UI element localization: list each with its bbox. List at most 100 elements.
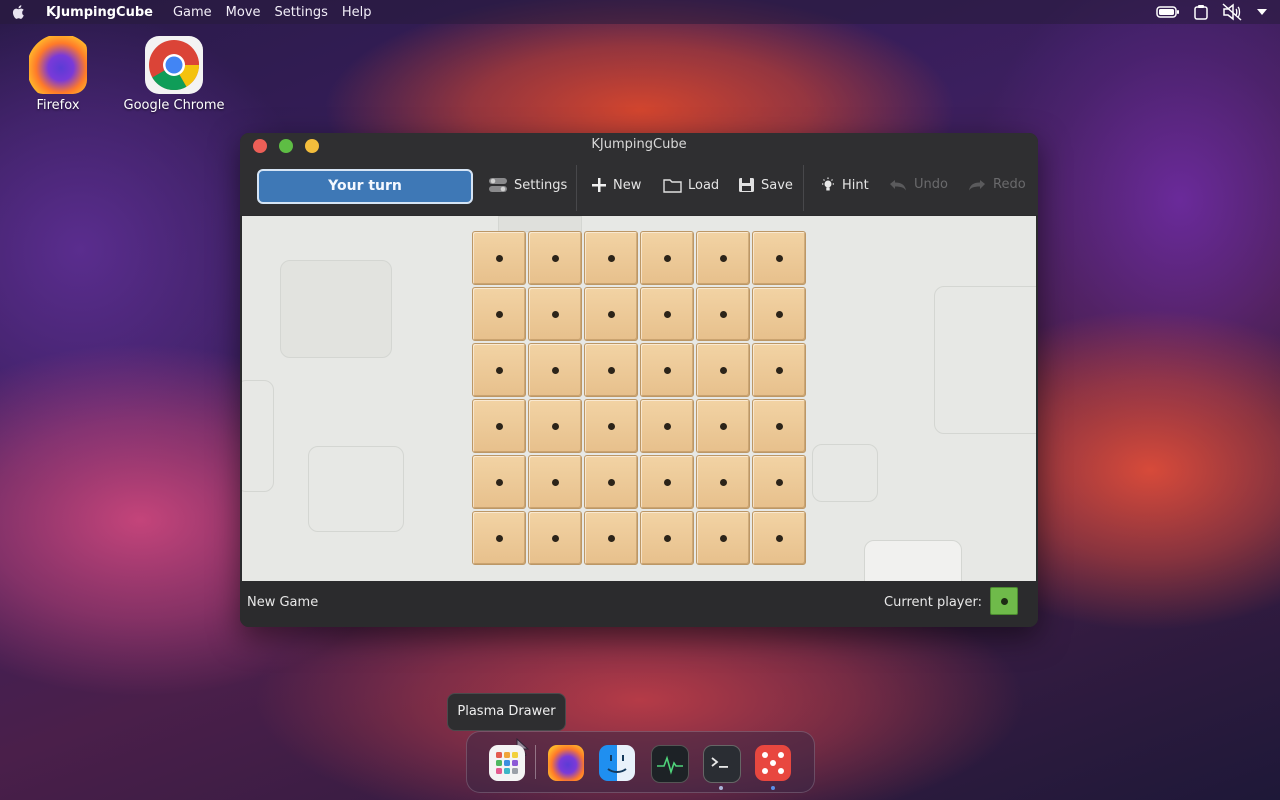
folder-icon: [663, 179, 682, 193]
cube-pip: [496, 535, 503, 542]
cube-pip: [664, 311, 671, 318]
cube-cell[interactable]: [640, 511, 694, 565]
cube-cell[interactable]: [752, 231, 806, 285]
battery-icon[interactable]: [1156, 5, 1180, 19]
cube-cell[interactable]: [752, 399, 806, 453]
background-decoration: [308, 446, 404, 532]
terminal-icon: [711, 757, 728, 768]
undo-button[interactable]: Undo: [888, 177, 948, 192]
cube-cell[interactable]: [472, 343, 526, 397]
load-button[interactable]: Load: [663, 177, 719, 193]
floppy-disk-icon: [739, 178, 754, 192]
cube-cell[interactable]: [696, 399, 750, 453]
settings-button[interactable]: Settings: [488, 177, 567, 193]
current-player-indicator: [990, 587, 1018, 615]
cube-cell[interactable]: [472, 231, 526, 285]
activity-monitor-icon: [657, 755, 683, 775]
dock-system-monitor[interactable]: [651, 745, 689, 783]
cube-cell[interactable]: [584, 455, 638, 509]
cube-cell[interactable]: [696, 455, 750, 509]
chevron-down-icon[interactable]: [1256, 7, 1268, 17]
cube-cell[interactable]: [696, 287, 750, 341]
cube-cell[interactable]: [528, 231, 582, 285]
cube-cell[interactable]: [528, 511, 582, 565]
cube-cell[interactable]: [696, 511, 750, 565]
status-message: New Game: [247, 595, 319, 610]
clipboard-icon[interactable]: [1194, 4, 1208, 20]
menu-move[interactable]: Move: [226, 5, 261, 20]
cube-cell[interactable]: [696, 343, 750, 397]
cube-cell[interactable]: [640, 455, 694, 509]
cube-cell[interactable]: [640, 343, 694, 397]
cube-pip: [776, 311, 783, 318]
cube-cell[interactable]: [528, 455, 582, 509]
app-name-menu[interactable]: KJumpingCube: [46, 5, 153, 20]
dock-finder[interactable]: [599, 745, 635, 781]
hint-button[interactable]: Hint: [820, 177, 869, 193]
cube-cell[interactable]: [584, 511, 638, 565]
cube-cell[interactable]: [584, 399, 638, 453]
plus-icon: [592, 178, 606, 192]
cube-cell[interactable]: [640, 287, 694, 341]
cube-cell[interactable]: [472, 399, 526, 453]
menu-settings[interactable]: Settings: [275, 5, 328, 20]
cube-pip: [720, 535, 727, 542]
background-decoration: [934, 286, 1036, 434]
game-board-area: [242, 216, 1036, 581]
toolbar-separator: [803, 165, 804, 211]
settings-label: Settings: [514, 177, 568, 193]
cube-cell[interactable]: [528, 287, 582, 341]
cube-pip: [664, 255, 671, 262]
apple-logo-icon[interactable]: [10, 3, 28, 21]
cube-cell[interactable]: [752, 455, 806, 509]
dock: [466, 731, 815, 793]
cube-cell[interactable]: [640, 231, 694, 285]
window-title: KJumpingCube: [591, 137, 687, 152]
cube-cell[interactable]: [528, 343, 582, 397]
hint-label: Hint: [842, 177, 869, 193]
cube-cell[interactable]: [752, 511, 806, 565]
top-menu-bar: KJumpingCube Game Move Settings Help: [0, 0, 1280, 24]
desktop-icon-firefox[interactable]: Firefox: [3, 36, 113, 113]
cube-cell[interactable]: [752, 287, 806, 341]
dock-firefox[interactable]: [548, 745, 584, 781]
cube-pip: [496, 479, 503, 486]
cube-cell[interactable]: [528, 399, 582, 453]
cube-cell[interactable]: [696, 231, 750, 285]
dock-plasma-drawer[interactable]: [489, 745, 525, 781]
menu-game[interactable]: Game: [173, 5, 212, 20]
desktop-icon-google-chrome[interactable]: Google Chrome: [119, 36, 229, 113]
dock-kjumpingcube[interactable]: [755, 745, 791, 781]
new-game-button[interactable]: New: [591, 177, 641, 193]
volume-muted-icon[interactable]: [1222, 3, 1242, 21]
redo-button[interactable]: Redo: [967, 177, 1026, 192]
save-button[interactable]: Save: [738, 177, 793, 193]
cube-cell[interactable]: [472, 511, 526, 565]
cube-pip: [720, 423, 727, 430]
cube-pip: [552, 367, 559, 374]
menu-help[interactable]: Help: [342, 5, 372, 20]
cube-pip: [496, 367, 503, 374]
new-label: New: [613, 177, 642, 193]
running-indicator: [719, 786, 723, 790]
cube-cell[interactable]: [640, 399, 694, 453]
cube-cell[interactable]: [584, 231, 638, 285]
cube-pip: [776, 367, 783, 374]
cube-cell[interactable]: [584, 343, 638, 397]
dock-terminal[interactable]: [703, 745, 741, 783]
cube-pip: [552, 255, 559, 262]
kjumpingcube-window: KJumpingCube Your turn Settings New Load…: [240, 133, 1038, 627]
cube-cell[interactable]: [584, 287, 638, 341]
dice-icon: [762, 752, 784, 774]
redo-label: Redo: [993, 177, 1026, 192]
cube-cell[interactable]: [752, 343, 806, 397]
turn-indicator-button[interactable]: Your turn: [257, 169, 473, 204]
cube-grid: [471, 230, 807, 566]
finder-face-icon: [607, 755, 627, 773]
system-tray: [1156, 3, 1268, 21]
cube-cell[interactable]: [472, 287, 526, 341]
cube-cell[interactable]: [472, 455, 526, 509]
running-indicator: [771, 786, 775, 790]
window-titlebar[interactable]: KJumpingCube: [240, 133, 1038, 159]
cube-pip: [664, 423, 671, 430]
